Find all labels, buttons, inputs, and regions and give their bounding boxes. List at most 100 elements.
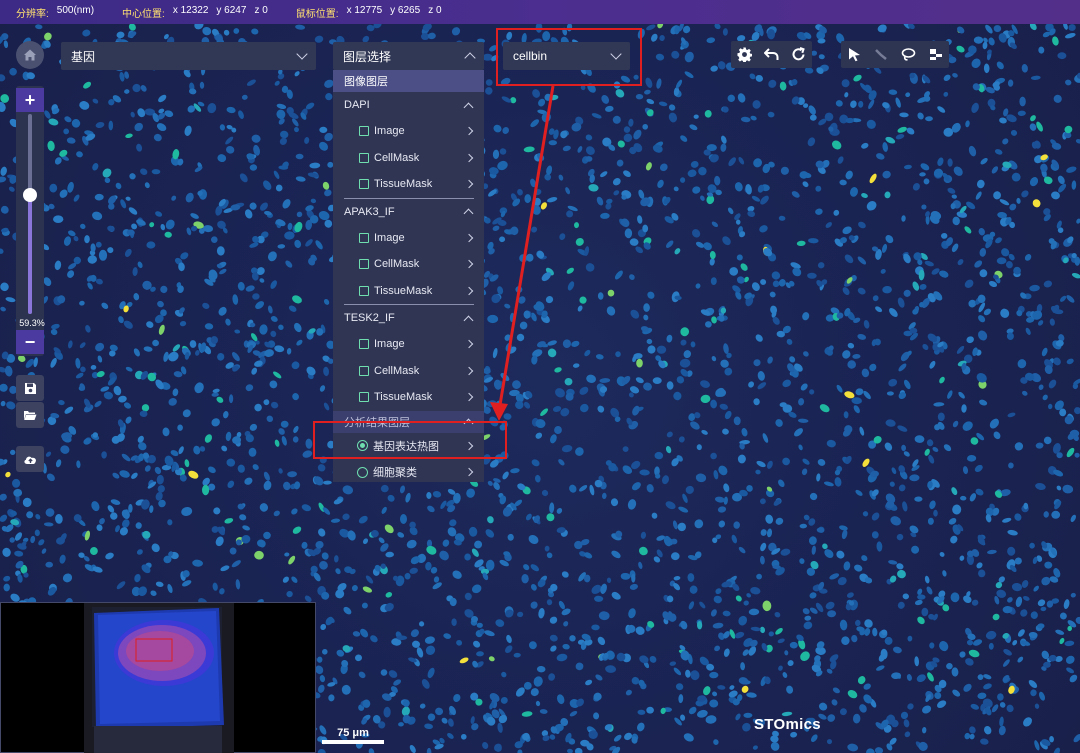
cell: [722, 236, 731, 246]
cell: [35, 24, 43, 30]
cell: [767, 356, 773, 364]
lasso-tool[interactable]: [895, 41, 922, 68]
cell: [1028, 680, 1038, 688]
cell: [249, 164, 258, 171]
zoom-in-button[interactable]: +: [16, 88, 44, 112]
cell: [722, 28, 728, 36]
cell: [409, 567, 418, 574]
layer-item[interactable]: TissueMask: [333, 384, 484, 411]
analysis-item-clustering[interactable]: 细胞聚类: [333, 459, 484, 482]
checkbox[interactable]: [359, 232, 369, 243]
cell: [284, 231, 295, 240]
layer-group-dapi[interactable]: DAPI: [333, 92, 484, 118]
zoom-slider-track[interactable]: [28, 114, 32, 314]
cell: [1064, 415, 1074, 425]
cell: [675, 683, 684, 691]
cursor-icon: [849, 48, 860, 62]
cell: [585, 146, 595, 155]
cell: [133, 348, 140, 357]
undo-button[interactable]: [758, 41, 785, 68]
layer-item[interactable]: CellMask: [333, 251, 484, 278]
cell: [562, 643, 570, 650]
checkbox[interactable]: [359, 365, 369, 376]
layer-group-tesk2[interactable]: TESK2_IF: [333, 305, 484, 331]
line-tool[interactable]: [868, 41, 895, 68]
cell: [577, 146, 583, 153]
settings-button[interactable]: [731, 41, 758, 68]
cell: [387, 494, 395, 502]
checkbox[interactable]: [359, 285, 369, 296]
cell: [857, 676, 866, 685]
select-tool[interactable]: [841, 41, 868, 68]
cell: [685, 669, 691, 678]
layer-item[interactable]: Image: [333, 225, 484, 252]
layer-item[interactable]: CellMask: [333, 358, 484, 385]
cell: [398, 722, 404, 727]
cell: [410, 629, 419, 638]
cell: [666, 334, 673, 343]
resolution-readout: 分辨率: 500(nm): [16, 5, 94, 20]
zoom-out-button[interactable]: −: [16, 330, 44, 354]
cell: [164, 231, 172, 238]
save-button[interactable]: [16, 375, 44, 401]
minimap[interactable]: [0, 602, 316, 753]
layer-item[interactable]: Image: [333, 118, 484, 145]
cell: [861, 555, 868, 562]
redo-button[interactable]: [785, 41, 812, 68]
cell: [488, 656, 495, 662]
radio[interactable]: [357, 466, 368, 478]
layer-item[interactable]: Image: [333, 331, 484, 358]
cell: [291, 361, 300, 370]
cell: [566, 210, 574, 218]
cell: [555, 388, 565, 398]
layer-item[interactable]: TissueMask: [333, 278, 484, 305]
cell: [960, 495, 967, 501]
cell: [611, 550, 621, 559]
center-y: y 6247: [216, 4, 247, 16]
checkbox[interactable]: [359, 179, 369, 190]
cell: [696, 444, 702, 451]
cell: [1002, 517, 1012, 523]
layout-tool[interactable]: [922, 41, 949, 68]
cell: [666, 431, 673, 438]
cell: [317, 464, 326, 472]
cell: [907, 703, 914, 710]
cell: [987, 549, 997, 555]
gene-select[interactable]: 基因: [61, 42, 316, 70]
layer-group-apak3[interactable]: APAK3_IF: [333, 199, 484, 225]
cell: [571, 340, 580, 347]
checkbox[interactable]: [359, 259, 369, 270]
cell: [723, 483, 730, 493]
cell: [690, 341, 696, 348]
layer-item[interactable]: TissueMask: [333, 171, 484, 198]
cell: [273, 170, 280, 179]
checkbox[interactable]: [359, 152, 369, 163]
cell: [249, 423, 258, 431]
cell: [79, 300, 85, 306]
cell: [710, 277, 717, 285]
layer-item-label: CellMask: [374, 364, 420, 377]
cell: [639, 655, 649, 664]
cell: [48, 118, 59, 126]
layer-group-name: DAPI: [344, 99, 370, 111]
cell: [1066, 295, 1075, 303]
cell: [929, 500, 936, 510]
open-folder-button[interactable]: [16, 402, 44, 428]
brand-logo: STOmics: [754, 716, 821, 733]
cell: [319, 126, 328, 134]
cell: [549, 734, 556, 740]
upload-button[interactable]: [16, 446, 44, 472]
cell: [464, 592, 472, 601]
layer-item-label: TissueMask: [374, 284, 433, 297]
checkbox[interactable]: [359, 126, 369, 137]
home-button[interactable]: [16, 41, 44, 69]
cell: [646, 24, 656, 31]
cell: [309, 162, 321, 169]
checkbox[interactable]: [359, 339, 369, 350]
cell: [351, 585, 358, 592]
layer-item[interactable]: CellMask: [333, 145, 484, 172]
layer-select[interactable]: 图层选择: [333, 42, 484, 70]
cell: [714, 645, 721, 652]
cell: [383, 706, 391, 718]
checkbox[interactable]: [359, 392, 369, 403]
